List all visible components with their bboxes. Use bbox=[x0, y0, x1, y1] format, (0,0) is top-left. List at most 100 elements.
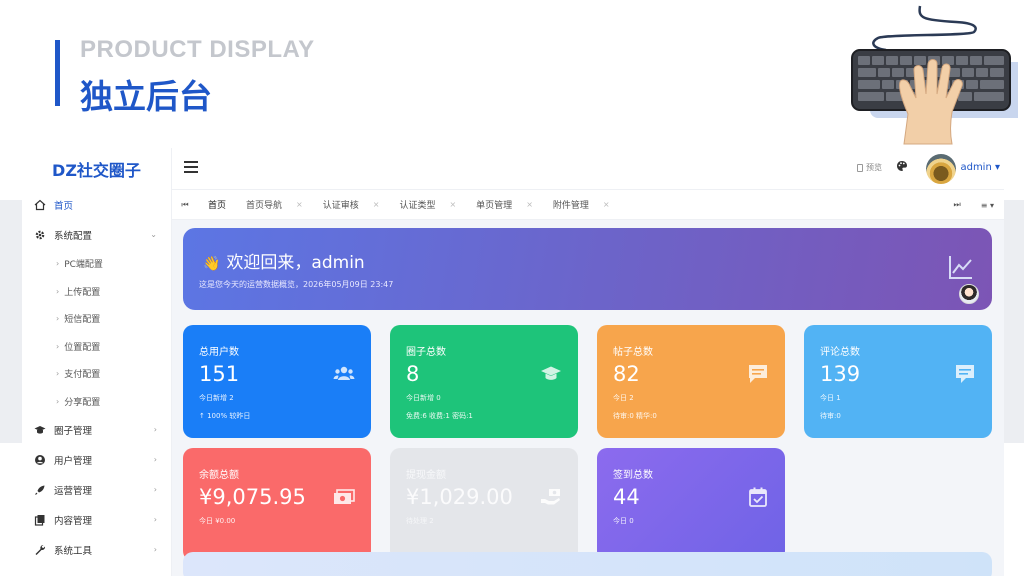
stat-card-withdrawal-amount[interactable]: 提现金额 ¥1,029.00 待处理 2 bbox=[390, 448, 578, 561]
stat-card-label: 评论总数 bbox=[820, 347, 860, 358]
copy-icon bbox=[34, 514, 46, 526]
stat-card-total-balance[interactable]: 余额总额 ¥9,075.95 今日 ¥0.00 bbox=[183, 448, 371, 561]
page-tabs-bar: ⏮ 首页 首页导航 × 认证审核 × 认证类型 × 单页管理 × 附件管理 × ⏭ ≡ ▾ bbox=[172, 190, 1004, 220]
tab-home[interactable]: 首页 bbox=[198, 190, 236, 220]
stat-card-detail: ↑ 100% 较昨日 bbox=[199, 412, 251, 420]
stat-card-label: 余额总额 bbox=[199, 470, 239, 481]
stat-card-total-comments[interactable]: 评论总数 139 今日 1 待审:0 bbox=[804, 325, 992, 438]
tab-attachments[interactable]: 附件管理 × bbox=[543, 190, 620, 220]
stat-card-today: 今日新增 0 bbox=[406, 394, 441, 402]
sidebar-subitem-label: PC端配置 bbox=[64, 260, 103, 271]
chevron-right-icon: › bbox=[153, 515, 157, 524]
tabs-scroll-first-button[interactable]: ⏮ bbox=[172, 200, 198, 210]
welcome-title-text: 欢迎回来，admin bbox=[226, 253, 365, 273]
close-icon[interactable]: × bbox=[373, 200, 380, 209]
comment-icon bbox=[749, 365, 767, 383]
stat-card-label: 圈子总数 bbox=[406, 347, 446, 358]
tab-label: 首页导航 bbox=[246, 201, 283, 211]
close-icon[interactable]: × bbox=[449, 200, 456, 209]
close-icon[interactable]: × bbox=[526, 200, 533, 209]
stat-card-value: 44 bbox=[613, 485, 640, 509]
chevron-right-icon: › bbox=[153, 545, 157, 554]
stat-card-today: 今日 1 bbox=[820, 394, 841, 402]
sidebar-subitem-label: 上传配置 bbox=[64, 287, 101, 298]
slide-kicker: PRODUCT DISPLAY bbox=[80, 36, 315, 63]
sidebar: DZ社交圈子 首页 系统配置 ⌄ › PC端配置 › 上传配置 › 短信配置 › 位置配… bbox=[22, 148, 172, 576]
palette-icon[interactable] bbox=[896, 160, 908, 175]
sidebar-item-label: 圈子管理 bbox=[54, 426, 93, 437]
floating-support-avatar[interactable] bbox=[959, 284, 979, 304]
home-icon bbox=[34, 199, 46, 211]
stat-card-total-checkins[interactable]: 签到总数 44 今日 0 bbox=[597, 448, 785, 561]
tab-verification-type[interactable]: 认证类型 × bbox=[389, 190, 466, 220]
sidebar-item-circle-management[interactable]: 圈子管理 › bbox=[22, 415, 171, 445]
chevron-down-icon: ⌄ bbox=[150, 230, 157, 239]
tabs-scroll-last-button[interactable]: ⏭ bbox=[944, 200, 971, 210]
preview-button[interactable]: 预览 bbox=[857, 162, 882, 173]
sidebar-item-operations-management[interactable]: 运营管理 › bbox=[22, 475, 171, 505]
tab-home-nav[interactable]: 首页导航 × bbox=[236, 190, 313, 220]
chevron-right-icon: › bbox=[56, 259, 60, 269]
sidebar-subitem-payment-config[interactable]: › 支付配置 bbox=[22, 360, 171, 388]
sidebar-item-label: 系统工具 bbox=[54, 546, 93, 557]
stat-card-value: 139 bbox=[820, 362, 861, 386]
chevron-right-icon: › bbox=[153, 425, 157, 434]
stat-card-value: 8 bbox=[406, 362, 420, 386]
mobile-icon bbox=[857, 163, 863, 172]
user-avatar[interactable] bbox=[926, 154, 956, 184]
stat-card-value: 82 bbox=[613, 362, 640, 386]
wrench-icon bbox=[34, 544, 46, 556]
sidebar-item-user-management[interactable]: 用户管理 › bbox=[22, 445, 171, 475]
sidebar-item-home[interactable]: 首页 bbox=[22, 190, 171, 220]
stat-card-label: 提现金额 bbox=[406, 470, 446, 481]
stat-card-value: 151 bbox=[199, 362, 240, 386]
slide-header: PRODUCT DISPLAY 独立后台 bbox=[0, 0, 1024, 148]
stat-card-total-posts[interactable]: 帖子总数 82 今日 2 待审:0 精华:0 bbox=[597, 325, 785, 438]
welcome-title: 👋 欢迎回来，admin bbox=[203, 248, 365, 273]
sidebar-subitem-pc-config[interactable]: › PC端配置 bbox=[22, 250, 171, 278]
rocket-icon bbox=[34, 484, 46, 496]
chevron-right-icon: › bbox=[56, 396, 60, 406]
slide-title: 独立后台 bbox=[80, 77, 212, 116]
hand-money-icon bbox=[541, 489, 560, 505]
tabs-controls: ⏭ ≡ ▾ bbox=[944, 190, 1004, 220]
close-icon[interactable]: × bbox=[296, 200, 303, 209]
sidebar-subitem-upload-config[interactable]: › 上传配置 bbox=[22, 278, 171, 306]
sidebar-item-system-config[interactable]: 系统配置 ⌄ bbox=[22, 220, 171, 250]
admin-user-menu[interactable]: admin ▾ bbox=[960, 162, 1000, 173]
title-accent-bar bbox=[55, 40, 60, 106]
sidebar-item-label: 内容管理 bbox=[54, 516, 93, 527]
app-logo[interactable]: DZ社交圈子 bbox=[22, 148, 171, 190]
tabs-menu-button[interactable]: ≡ ▾ bbox=[971, 201, 1004, 210]
stat-card-total-circles[interactable]: 圈子总数 8 今日新增 0 免费:6 收费:1 密码:1 bbox=[390, 325, 578, 438]
sidebar-subitem-label: 位置配置 bbox=[64, 342, 101, 353]
tab-single-page[interactable]: 单页管理 × bbox=[466, 190, 543, 220]
welcome-banner: 👋 欢迎回来，admin 这是您今天的运营数据概览，2026年05月09日 23:… bbox=[183, 228, 992, 310]
gear-icon bbox=[34, 229, 46, 241]
sidebar-subitem-location-config[interactable]: › 位置配置 bbox=[22, 333, 171, 361]
sidebar-item-label: 用户管理 bbox=[54, 456, 93, 467]
user-circle-icon bbox=[34, 454, 46, 466]
sidebar-item-system-tools[interactable]: 系统工具 › bbox=[22, 535, 171, 565]
chevron-right-icon: › bbox=[153, 485, 157, 494]
slide: PRODUCT DISPLAY 独立后台 DZ社交圈子 首页 系统配置 ⌄ › … bbox=[0, 0, 1024, 576]
stat-card-label: 总用户数 bbox=[199, 347, 239, 358]
line-chart-icon bbox=[949, 256, 972, 279]
stat-card-detail: 待审:0 精华:0 bbox=[613, 412, 657, 420]
hamburger-menu-icon[interactable] bbox=[184, 161, 198, 173]
stat-card-today: 今日 2 bbox=[613, 394, 634, 402]
graduation-cap-icon bbox=[34, 424, 46, 436]
sidebar-subitem-share-config[interactable]: › 分享配置 bbox=[22, 388, 171, 416]
users-icon bbox=[333, 366, 355, 380]
admin-app-window: DZ社交圈子 首页 系统配置 ⌄ › PC端配置 › 上传配置 › 短信配置 › 位置配… bbox=[22, 148, 1004, 576]
close-icon[interactable]: × bbox=[603, 200, 610, 209]
sidebar-subitem-label: 支付配置 bbox=[64, 370, 101, 381]
keyboard-hand-illustration bbox=[851, 5, 1018, 145]
tab-label: 附件管理 bbox=[552, 201, 589, 211]
sidebar-subitem-sms-config[interactable]: › 短信配置 bbox=[22, 305, 171, 333]
graduation-cap-icon bbox=[541, 366, 561, 380]
sidebar-item-content-management[interactable]: 内容管理 › bbox=[22, 505, 171, 535]
stat-card-value: ¥9,075.95 bbox=[199, 485, 306, 509]
stat-card-total-users[interactable]: 总用户数 151 今日新增 2 ↑ 100% 较昨日 bbox=[183, 325, 371, 438]
tab-verification-review[interactable]: 认证审核 × bbox=[313, 190, 390, 220]
